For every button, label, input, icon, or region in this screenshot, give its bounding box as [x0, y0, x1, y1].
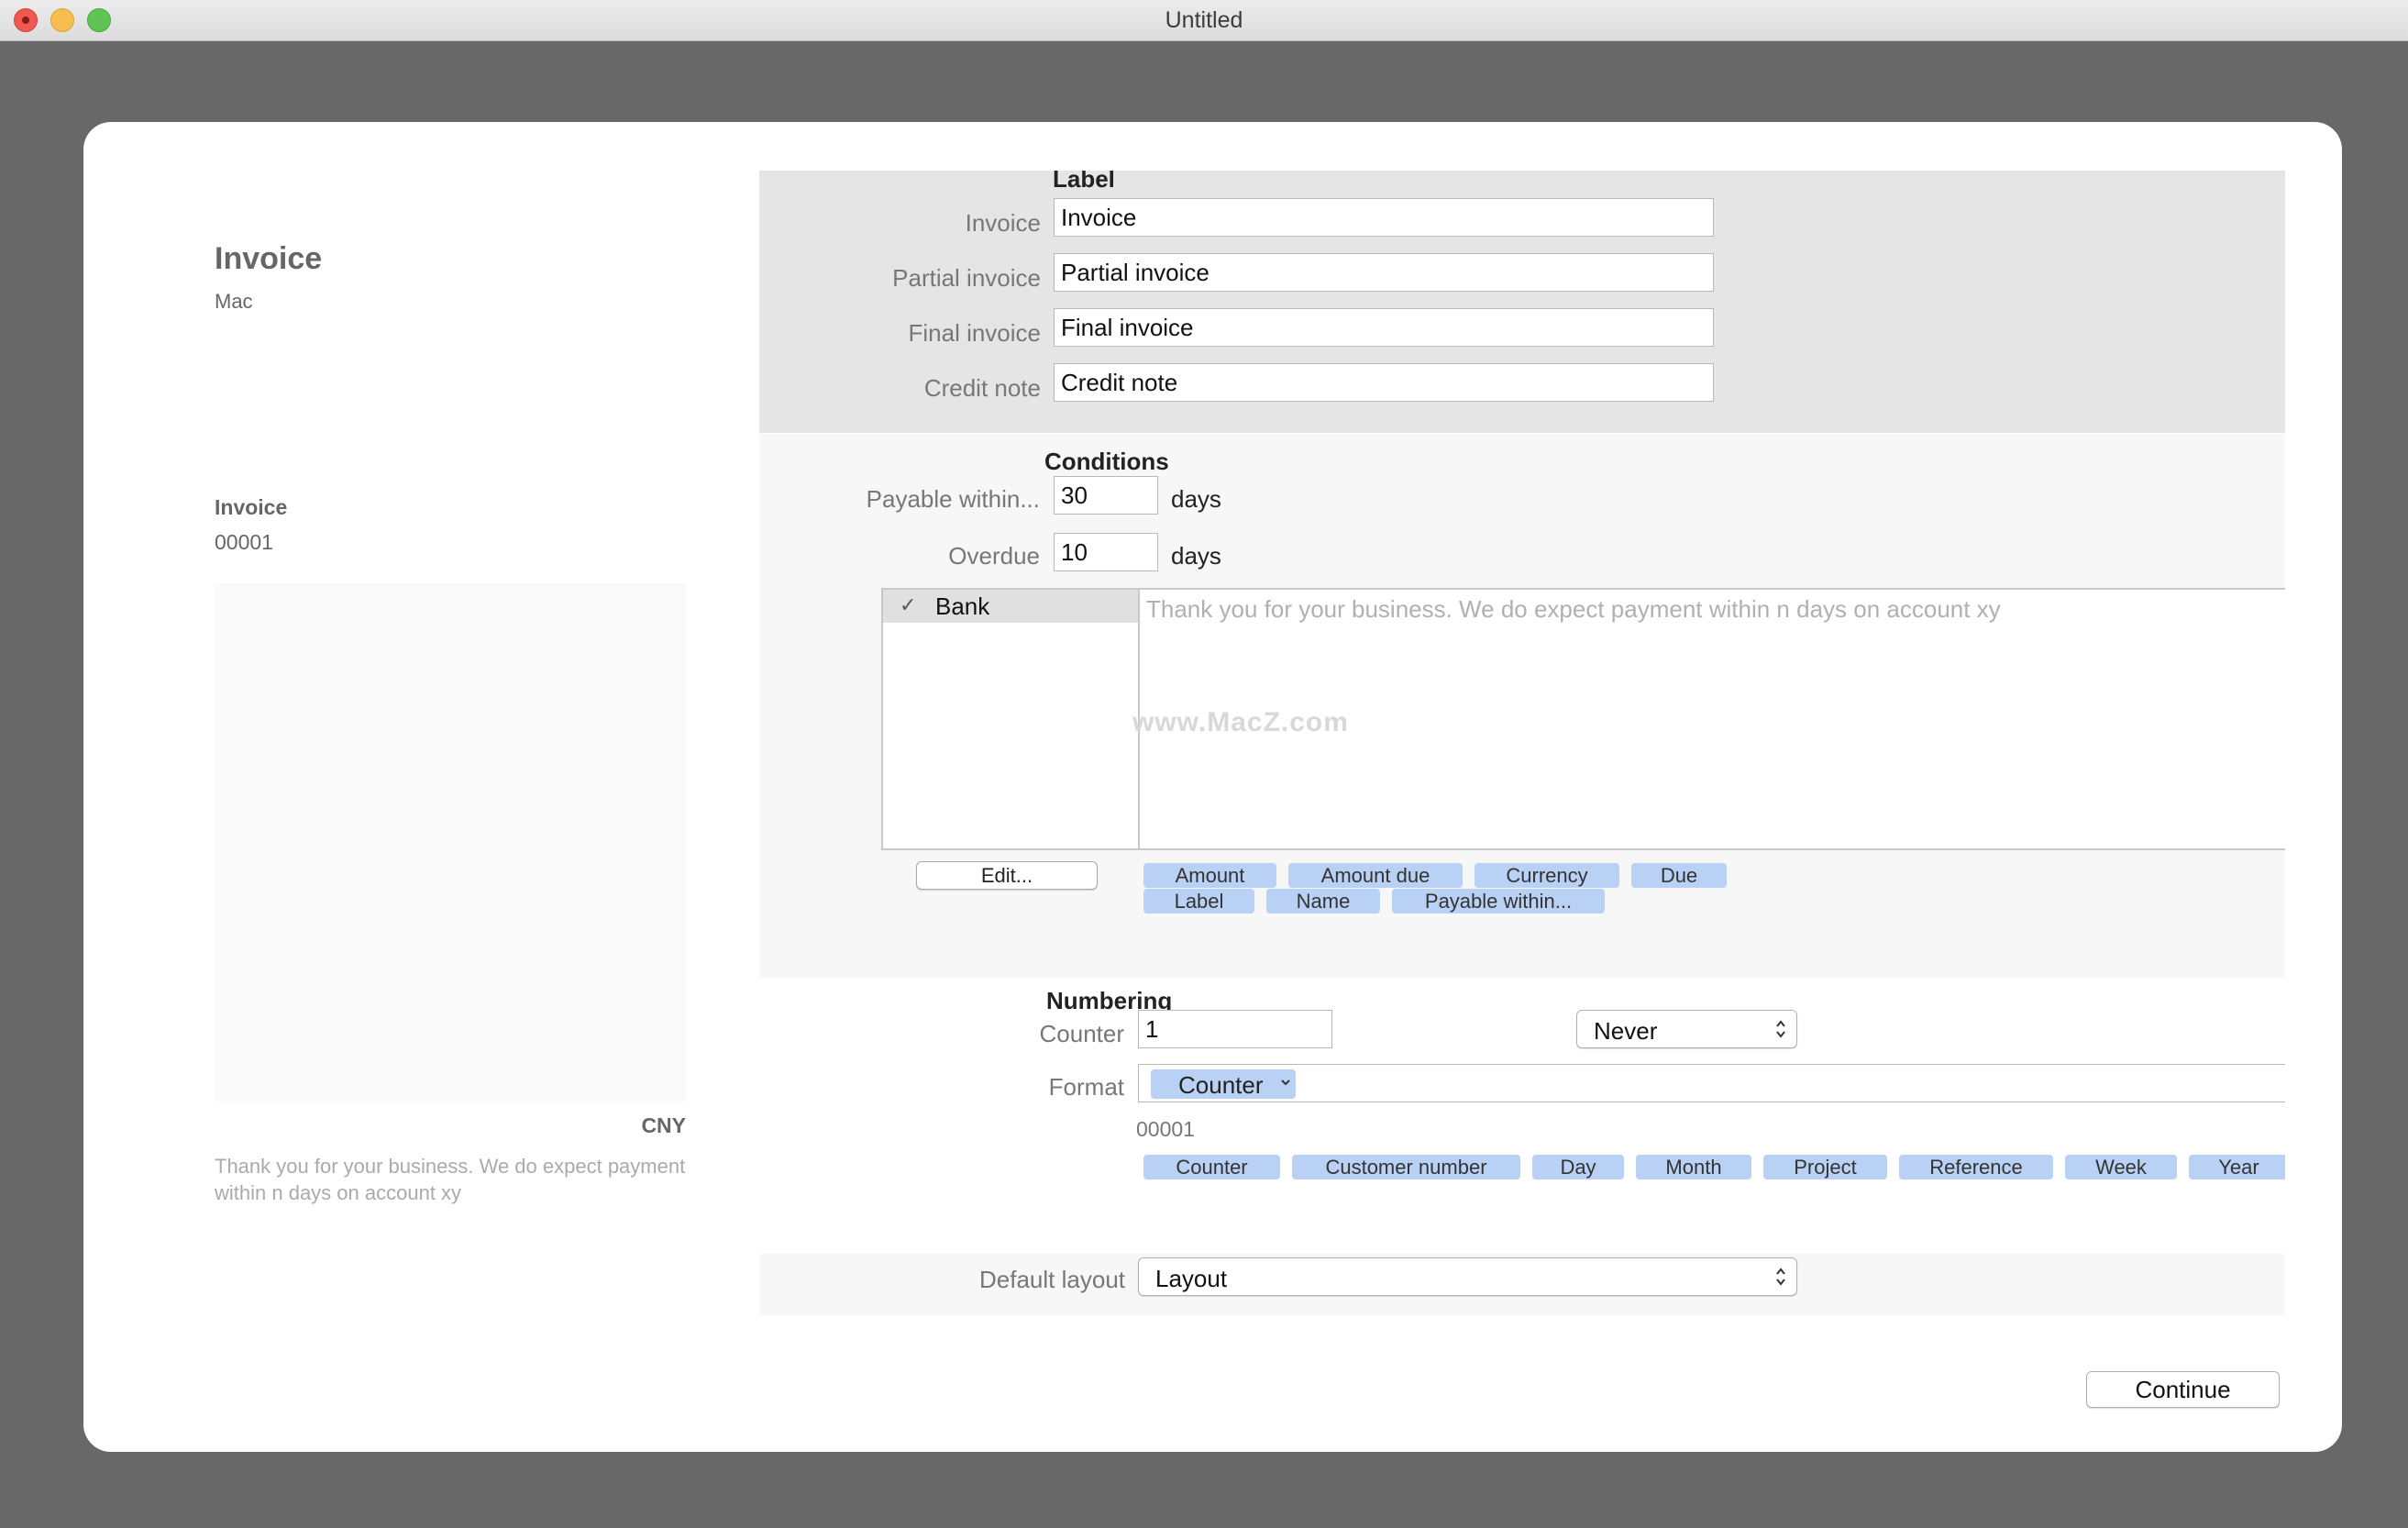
- reset-select-value: Never: [1594, 1017, 1658, 1045]
- overdue-field[interactable]: 10: [1054, 533, 1158, 571]
- title-bar: Untitled: [0, 0, 2408, 41]
- settings-panel[interactable]: Label Invoice Invoice Partial invoice Pa…: [759, 171, 2285, 1315]
- token-label[interactable]: Label: [1143, 889, 1254, 913]
- credit-note-value: Credit note: [1061, 368, 1178, 396]
- payment-conditions-list[interactable]: ✓ Bank: [881, 588, 1140, 850]
- layout-section: Default layout Layout: [759, 1254, 2285, 1315]
- format-preview: 00001: [1136, 1117, 1195, 1141]
- credit-note-label: Credit note: [923, 374, 1041, 402]
- edit-button[interactable]: Edit...: [916, 861, 1098, 890]
- label-section: Label Invoice Invoice Partial invoice Pa…: [759, 171, 2285, 433]
- overdue-label: Overdue: [948, 542, 1040, 570]
- token-payable-within[interactable]: Payable within...: [1392, 889, 1605, 913]
- preview-invoice-label: Invoice: [215, 495, 288, 519]
- token-amount[interactable]: Amount: [1143, 863, 1276, 888]
- partial-invoice-value: Partial invoice: [1061, 258, 1210, 286]
- counter-field[interactable]: 1: [1138, 1010, 1332, 1048]
- default-layout-value: Layout: [1155, 1265, 1228, 1292]
- list-item-bank[interactable]: ✓ Bank: [883, 590, 1138, 623]
- numbering-section: Numbering Counter 1 Reset Never Format C…: [759, 978, 2285, 1254]
- partial-invoice-label: Partial invoice: [892, 264, 1041, 292]
- window-title: Untitled: [1165, 7, 1243, 33]
- token-week[interactable]: Week: [2065, 1155, 2177, 1179]
- label-heading: Label: [1053, 171, 1115, 193]
- token-due[interactable]: Due: [1631, 863, 1727, 888]
- overdue-value: 10: [1061, 537, 1088, 566]
- token-name[interactable]: Name: [1266, 889, 1380, 913]
- conditions-heading: Conditions: [1044, 448, 1169, 475]
- payable-within-value: 30: [1061, 481, 1088, 509]
- watermark-text: www.MacZ.com: [1132, 707, 1349, 737]
- counter-label: Counter: [1039, 1020, 1125, 1047]
- partial-invoice-field[interactable]: Partial invoice: [1054, 253, 1714, 292]
- preview-title: Invoice: [215, 241, 323, 276]
- invoice-label: Invoice: [965, 209, 1041, 237]
- chevron-down-icon: [1281, 1080, 1290, 1086]
- updown-chevron-icon: [1776, 1020, 1785, 1038]
- token-amount-due[interactable]: Amount due: [1288, 863, 1463, 888]
- counter-value: 1: [1145, 1014, 1159, 1043]
- continue-button[interactable]: Continue: [2086, 1371, 2280, 1408]
- reset-select[interactable]: Never: [1576, 1010, 1797, 1048]
- format-label: Format: [1048, 1073, 1124, 1101]
- conditions-section: Conditions Payable within... 30 days Ove…: [759, 434, 2285, 978]
- invoice-label-field[interactable]: Invoice: [1054, 198, 1714, 237]
- token-counter[interactable]: Counter: [1143, 1155, 1280, 1179]
- default-layout-label: Default layout: [979, 1266, 1125, 1293]
- preview-invoice-number: 00001: [215, 530, 273, 554]
- overdue-days-unit: days: [1171, 542, 1221, 570]
- condition-text-area[interactable]: Thank you for your business. We do expec…: [1132, 588, 2285, 850]
- token-project[interactable]: Project: [1763, 1155, 1887, 1179]
- token-day[interactable]: Day: [1532, 1155, 1624, 1179]
- preview-body-area: [215, 583, 686, 1102]
- condition-text-placeholder: Thank you for your business. We do expec…: [1146, 595, 2001, 623]
- token-currency[interactable]: Currency: [1475, 863, 1619, 888]
- format-token-label: Counter: [1178, 1071, 1264, 1099]
- preview-currency: CNY: [641, 1113, 686, 1137]
- final-invoice-field[interactable]: Final invoice: [1054, 308, 1714, 347]
- updown-chevron-icon: [1776, 1268, 1785, 1286]
- token-year[interactable]: Year: [2189, 1155, 2285, 1179]
- payable-within-label: Payable within...: [866, 485, 1040, 513]
- preview-subtitle: Mac: [215, 290, 253, 313]
- final-invoice-value: Final invoice: [1061, 313, 1194, 341]
- list-item-label: Bank: [935, 592, 990, 620]
- preview-thanks-text: Thank you for your business. We do expec…: [215, 1155, 686, 1204]
- default-layout-select[interactable]: Layout: [1138, 1257, 1797, 1296]
- credit-note-field[interactable]: Credit note: [1054, 363, 1714, 402]
- payable-days-unit: days: [1171, 485, 1221, 513]
- token-month[interactable]: Month: [1636, 1155, 1751, 1179]
- final-invoice-label: Final invoice: [908, 319, 1041, 347]
- format-token-counter[interactable]: Counter: [1151, 1069, 1296, 1099]
- setup-sheet: Invoice Mac Invoice 00001 CNY Thank you …: [83, 122, 2342, 1452]
- token-reference[interactable]: Reference: [1899, 1155, 2053, 1179]
- token-customer-number[interactable]: Customer number: [1292, 1155, 1520, 1179]
- invoice-label-value: Invoice: [1061, 203, 1137, 231]
- format-field[interactable]: Counter: [1138, 1064, 2285, 1102]
- payable-within-field[interactable]: 30: [1054, 476, 1158, 515]
- checkmark-icon: ✓: [900, 593, 917, 616]
